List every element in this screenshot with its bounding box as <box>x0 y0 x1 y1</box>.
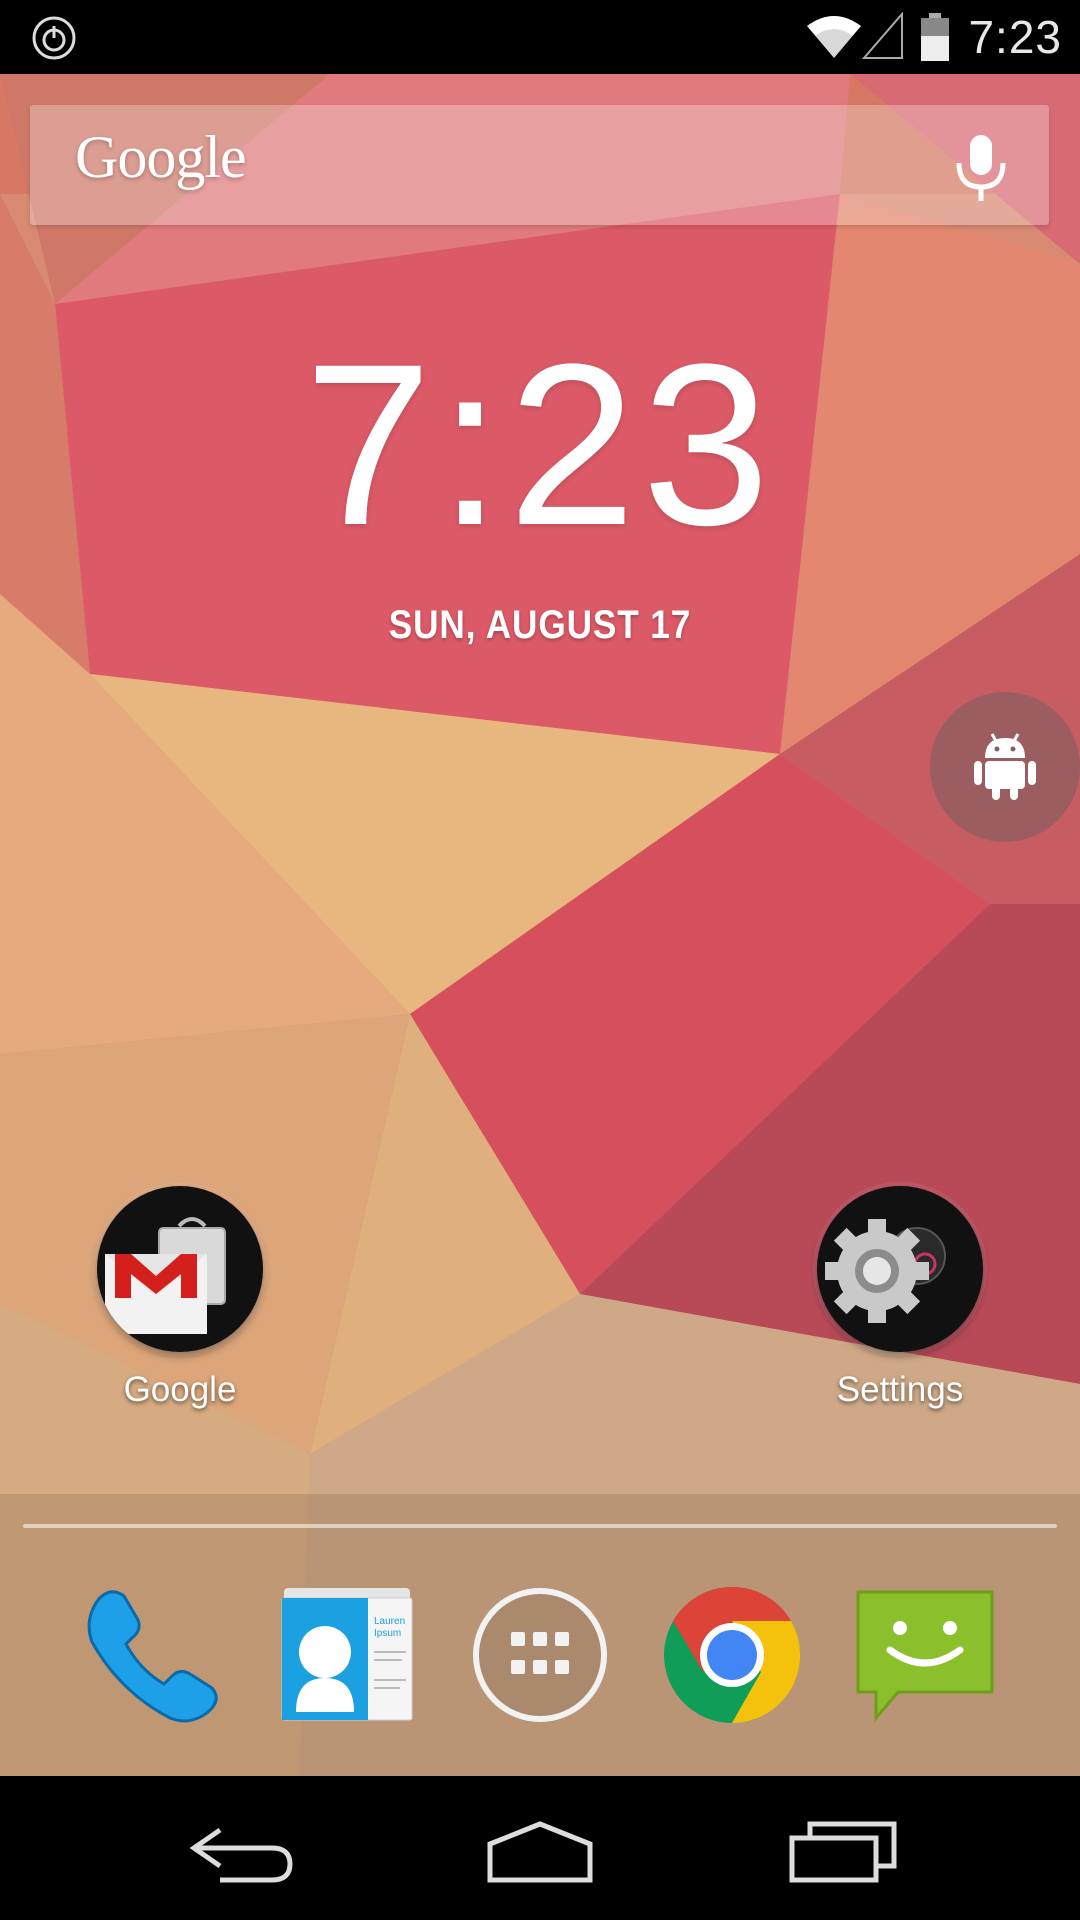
clock-widget-time[interactable]: 7:23 <box>0 330 1080 560</box>
wifi-icon <box>807 16 861 58</box>
home-app-label: Google <box>123 1370 237 1409</box>
navigation-bar <box>0 1776 1080 1920</box>
status-bar: 7:23 <box>0 0 1080 74</box>
contacts-icon[interactable]: Lauren Ipsum <box>272 1580 422 1730</box>
google-logo: Google <box>75 124 247 190</box>
dock-divider <box>23 1524 1057 1528</box>
home-app-settings[interactable]: Settings <box>790 1186 1010 1410</box>
home-app-google[interactable]: Google <box>70 1186 290 1410</box>
app-drawer-icon[interactable] <box>465 1580 615 1730</box>
phone-icon[interactable] <box>80 1580 230 1730</box>
contact-card-text: Ipsum <box>374 1628 401 1639</box>
chrome-icon[interactable] <box>657 1580 807 1730</box>
status-clock: 7:23 <box>968 11 1062 63</box>
power-icon <box>32 16 76 60</box>
floating-bubble[interactable] <box>930 692 1080 842</box>
android-icon <box>974 733 1036 800</box>
google-search-bar[interactable]: Google <box>30 105 1049 225</box>
settings-gear-icon[interactable] <box>817 1186 983 1352</box>
messaging-icon[interactable] <box>850 1580 1000 1730</box>
signal-icon <box>862 12 903 59</box>
mic-icon[interactable] <box>953 133 1009 205</box>
contact-card-text: Lauren <box>374 1616 405 1627</box>
back-icon[interactable] <box>180 1816 300 1886</box>
battery-icon <box>921 13 949 61</box>
clock-widget-date: SUN, AUGUST 17 <box>388 603 692 647</box>
gmail-folder-icon[interactable] <box>97 1186 263 1352</box>
home-icon[interactable] <box>480 1816 600 1886</box>
home-app-label: Settings <box>836 1370 964 1409</box>
recents-icon[interactable] <box>780 1816 900 1886</box>
